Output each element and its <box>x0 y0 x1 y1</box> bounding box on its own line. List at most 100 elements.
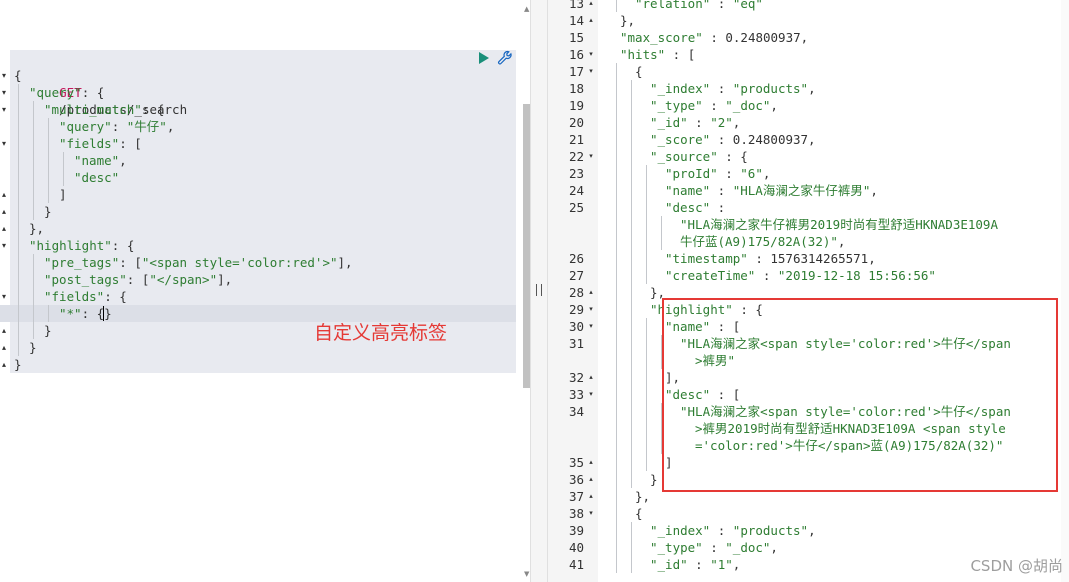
fold-expand-icon[interactable]: ▴ <box>587 369 595 386</box>
indent-guide <box>33 288 34 305</box>
response-code-line: 39 "_index" : "products", <box>548 522 1069 539</box>
scroll-up-icon[interactable]: ▲ <box>524 5 529 13</box>
wrench-icon[interactable] <box>496 49 514 67</box>
indent-guide <box>616 488 617 505</box>
fold-collapse-icon[interactable]: ▾ <box>587 301 595 318</box>
indent-guide <box>616 267 617 284</box>
indent-guide <box>631 114 632 131</box>
fold-collapse-icon[interactable]: ▾ <box>587 318 595 335</box>
json-key: "_type" <box>650 98 703 113</box>
editor-scrollbar[interactable] <box>523 104 530 388</box>
fold-expand-icon[interactable]: ▴ <box>0 356 8 373</box>
fold-expand-icon[interactable]: ▴ <box>587 0 595 12</box>
code-text: { <box>635 63 643 80</box>
line-number: 13 <box>568 0 584 11</box>
indent-guide <box>646 403 647 420</box>
json-key: "highlight" <box>29 238 112 253</box>
indent-guide <box>646 250 647 267</box>
fold-collapse-icon[interactable]: ▾ <box>587 386 595 403</box>
code-text: "_type" : "_doc", <box>650 97 778 114</box>
line-number: 21 <box>568 132 584 147</box>
response-code-line: "HLA海澜之家牛仔裤男2019时尚有型舒适HKNAD3E109A <box>548 216 1069 233</box>
indent-guide <box>631 233 632 250</box>
json-key: "timestamp" <box>665 251 748 266</box>
fold-expand-icon[interactable]: ▴ <box>587 12 595 29</box>
json-punct: : <box>710 200 726 215</box>
line-number: 27 <box>568 268 584 283</box>
fold-collapse-icon[interactable]: ▾ <box>587 46 595 63</box>
json-key: "query" <box>29 85 82 100</box>
json-punct: }, <box>635 489 651 504</box>
fold-expand-icon[interactable]: ▴ <box>0 339 8 356</box>
fold-expand-icon[interactable]: ▴ <box>0 322 8 339</box>
fold-collapse-icon[interactable]: ▾ <box>0 288 8 305</box>
fold-expand-icon[interactable]: ▴ <box>587 471 595 488</box>
json-key: "_id" <box>650 115 688 130</box>
indent-guide <box>661 216 662 233</box>
code-text: "relation" : "eq" <box>635 0 763 12</box>
fold-expand-icon[interactable]: ▴ <box>0 186 8 203</box>
indent-guide <box>631 182 632 199</box>
scroll-down-icon[interactable]: ▼ <box>524 570 529 578</box>
code-text: { <box>635 505 643 522</box>
fold-collapse-icon[interactable]: ▾ <box>0 84 8 101</box>
request-code-line: "*": {} <box>0 305 530 322</box>
line-number: 15 <box>568 30 584 45</box>
fold-collapse-icon[interactable]: ▾ <box>0 135 8 152</box>
json-punct: : <box>710 0 733 11</box>
code-text: "proId" : "6", <box>665 165 770 182</box>
line-number: 16 <box>568 47 584 62</box>
indent-guide <box>616 148 617 165</box>
json-string: "牛仔" <box>126 119 167 134</box>
indent-guide <box>616 403 617 420</box>
pane-resize-handle[interactable] <box>530 0 548 582</box>
code-text: } <box>29 339 37 356</box>
line-number: 33 <box>568 387 584 402</box>
request-code-line: ▴} <box>0 339 530 356</box>
fold-collapse-icon[interactable]: ▾ <box>587 505 595 522</box>
play-icon[interactable] <box>479 52 489 64</box>
fold-expand-icon[interactable]: ▴ <box>0 203 8 220</box>
indent-guide <box>18 254 19 271</box>
indent-guide <box>631 318 632 335</box>
fold-expand-icon[interactable]: ▴ <box>587 284 595 301</box>
json-punct: : [ <box>119 136 142 151</box>
indent-guide <box>646 233 647 250</box>
code-text: "_index" : "products", <box>650 80 816 97</box>
line-number: 18 <box>568 81 584 96</box>
request-editor[interactable]: GET /products/_search ▾{▾ "query": {▾ "mul… <box>0 0 530 582</box>
code-text: "hits" : [ <box>620 46 695 63</box>
json-punct: : {} <box>81 306 112 321</box>
json-punct: , <box>762 166 771 181</box>
fold-collapse-icon[interactable]: ▾ <box>0 101 8 118</box>
fold-collapse-icon[interactable]: ▾ <box>0 67 8 84</box>
indent-guide <box>646 420 647 437</box>
code-text: } <box>650 471 658 488</box>
response-scrollbar[interactable] <box>1061 0 1069 582</box>
json-punct: : <box>702 98 726 113</box>
indent-guide <box>616 556 617 573</box>
response-code-line: 25 "desc" : <box>548 199 1069 216</box>
json-punct: { <box>635 506 643 521</box>
json-key: "proId" <box>665 166 718 181</box>
fold-expand-icon[interactable]: ▴ <box>587 454 595 471</box>
fold-collapse-icon[interactable]: ▾ <box>587 148 595 165</box>
indent-guide <box>33 254 34 271</box>
fold-collapse-icon[interactable]: ▾ <box>0 237 8 254</box>
indent-guide <box>18 339 19 356</box>
code-text: "highlight": { <box>29 237 134 254</box>
json-punct: : { <box>81 85 105 100</box>
json-punct: : <box>687 557 711 572</box>
indent-guide <box>631 284 632 301</box>
response-viewer[interactable]: 13 ▴ "relation" : "eq" 14 ▴}, 15 "max_score" :… <box>548 0 1069 582</box>
fold-expand-icon[interactable]: ▴ <box>0 220 8 237</box>
line-number: 36 <box>568 472 584 487</box>
line-number: 41 <box>568 557 584 572</box>
request-code-line: ▴} <box>0 203 530 220</box>
indent-guide <box>48 169 49 186</box>
indent-guide <box>631 165 632 182</box>
indent-guide <box>631 386 632 403</box>
fold-expand-icon[interactable]: ▴ <box>587 488 595 505</box>
fold-collapse-icon[interactable]: ▾ <box>587 63 595 80</box>
request-code-line: "desc" <box>0 169 530 186</box>
